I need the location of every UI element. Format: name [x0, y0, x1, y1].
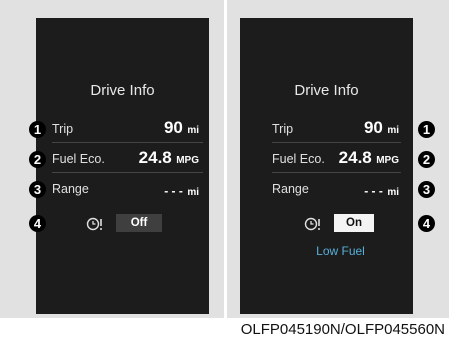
- right-trip-row: Trip 90 mi: [272, 118, 399, 140]
- clock-with-alert-icon: [86, 217, 102, 231]
- marker-4: 4: [29, 215, 46, 232]
- marker-2: 2: [418, 151, 435, 168]
- separator: [52, 172, 203, 173]
- right-title: Drive Info: [294, 82, 359, 99]
- left-range-row: Range - - - mi: [52, 178, 199, 200]
- left-display: Drive Info Trip 90 mi Fuel Eco. 24.8 MPG…: [36, 18, 209, 314]
- separator: [272, 142, 401, 143]
- marker-2: 2: [29, 151, 46, 168]
- marker-3: 3: [29, 181, 46, 198]
- range-label: Range: [52, 182, 89, 196]
- idle-stop-toggle-on[interactable]: On: [334, 214, 374, 232]
- range-value: - - - mi: [364, 184, 399, 198]
- right-range-row: Range - - - mi: [272, 178, 399, 200]
- left-fuel-row: Fuel Eco. 24.8 MPG: [52, 148, 199, 170]
- marker-4: 4: [418, 215, 435, 232]
- trip-value: 90 mi: [163, 118, 199, 137]
- left-trip-row: Trip 90 mi: [52, 118, 199, 140]
- idle-stop-toggle-off[interactable]: Off: [116, 214, 162, 232]
- right-fuel-row: Fuel Eco. 24.8 MPG: [272, 148, 399, 170]
- fuel-value: 24.8 MPG: [338, 148, 399, 167]
- marker-1: 1: [418, 121, 435, 138]
- marker-1: 1: [29, 121, 46, 138]
- fuel-label: Fuel Eco.: [272, 152, 325, 166]
- fuel-value: 24.8 MPG: [138, 148, 199, 167]
- range-value: - - - mi: [164, 184, 199, 198]
- marker-3: 3: [418, 181, 435, 198]
- right-toggle-row: On: [240, 214, 413, 234]
- low-fuel-warning: Low Fuel: [316, 244, 365, 258]
- fuel-label: Fuel Eco.: [52, 152, 105, 166]
- figure-caption: OLFP045190N/OLFP045560N: [240, 321, 445, 338]
- left-toggle-row: Off: [36, 214, 209, 234]
- left-title: Drive Info: [90, 82, 155, 99]
- range-label: Range: [272, 182, 309, 196]
- clock-with-alert-icon: [304, 217, 320, 231]
- separator: [272, 172, 401, 173]
- separator: [52, 142, 203, 143]
- trip-value: 90 mi: [363, 118, 399, 137]
- trip-label: Trip: [272, 122, 294, 136]
- trip-label: Trip: [52, 122, 74, 136]
- right-display: Drive Info Trip 90 mi Fuel Eco. 24.8 MPG…: [240, 18, 413, 314]
